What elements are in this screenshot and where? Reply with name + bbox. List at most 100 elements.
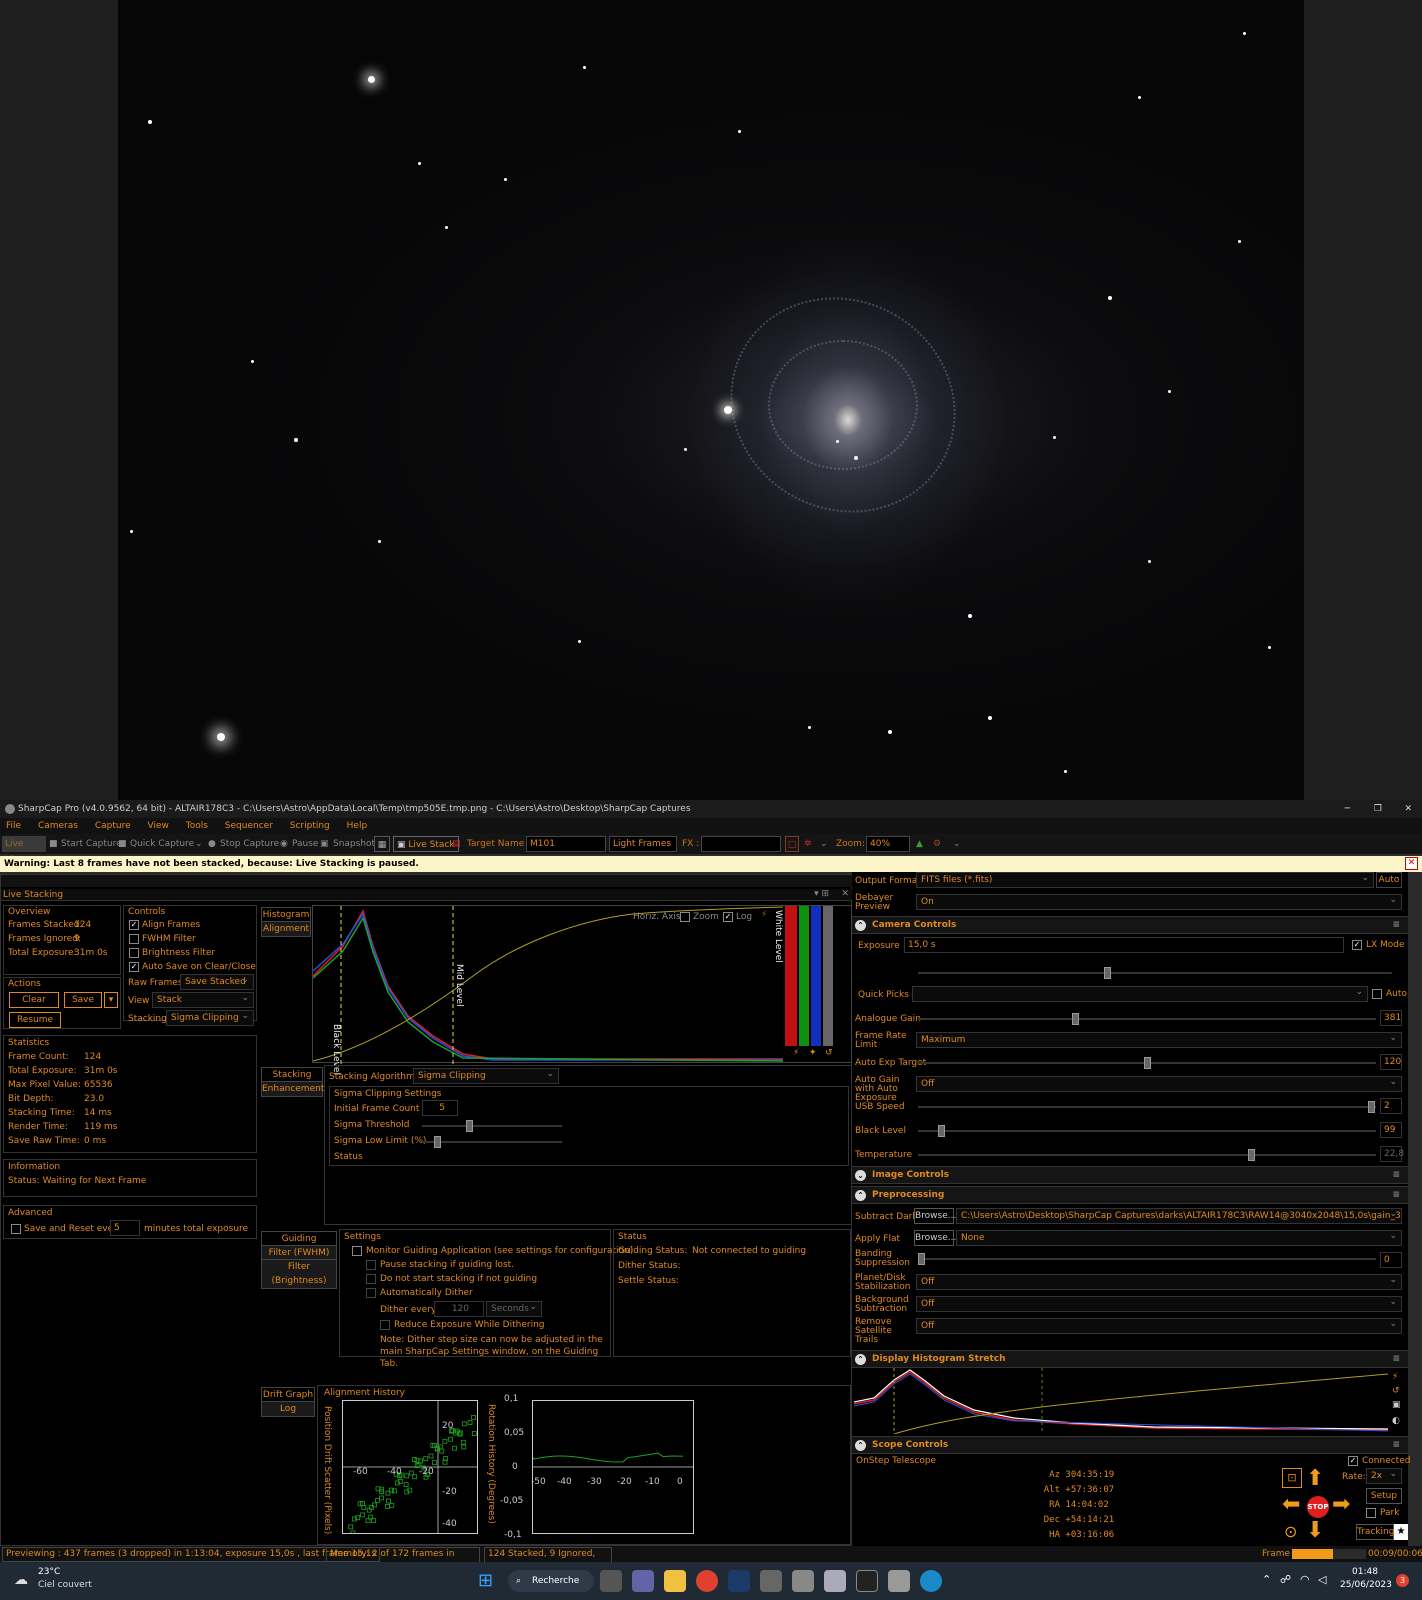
apply-flat-select[interactable]: None (956, 1229, 1402, 1246)
zoom-select[interactable]: 40% (866, 836, 910, 852)
subtract-dark-select[interactable]: C:\Users\Astro\Desktop\SharpCap Captures… (956, 1208, 1402, 1224)
image-controls-header[interactable]: ⌄ Image Controls ≡ (852, 1166, 1408, 1184)
auto-gain-select[interactable]: Off (916, 1075, 1402, 1092)
settings-icon[interactable]: ▦ (374, 836, 390, 852)
expand-icon[interactable]: ⌄ (855, 1170, 866, 1181)
slider-thumb[interactable] (938, 1125, 945, 1137)
drift-scatter-plot[interactable]: -60 -40 -20 20 -20 -40 (342, 1400, 478, 1536)
output-format-select[interactable]: FITS files (*.fits) (916, 871, 1374, 888)
menu-sequencer[interactable]: Sequencer (225, 821, 273, 831)
app-icon[interactable] (824, 1570, 846, 1592)
black-level-value[interactable]: 99 (1380, 1122, 1402, 1138)
bg-sub-select[interactable]: Off (916, 1295, 1402, 1312)
brightness-filter-checkbox[interactable] (129, 948, 139, 958)
save-reset-input[interactable]: 5 (110, 1220, 140, 1236)
setup-button[interactable]: Setup (1366, 1488, 1402, 1504)
reset-icon[interactable]: ↺ (825, 1048, 833, 1058)
connected-checkbox[interactable]: ✓ (1348, 1456, 1358, 1466)
sharpcap-icon[interactable] (760, 1570, 782, 1592)
clear-button[interactable]: Clear (9, 992, 59, 1008)
restore-button[interactable]: ❐ (1374, 800, 1382, 818)
close-button[interactable]: ✕ (1404, 800, 1412, 818)
pause-lost-checkbox[interactable] (366, 1260, 376, 1270)
planet-stab-select[interactable]: Off (916, 1273, 1402, 1290)
scope-controls-header[interactable]: ⌃ Scope Controls ≡ (852, 1436, 1408, 1454)
app-icon[interactable] (792, 1570, 814, 1592)
log-checkbox[interactable]: ✓ (723, 912, 733, 922)
banding-value[interactable]: 0 (1380, 1252, 1402, 1268)
stretch-icon[interactable]: ⚡ (1392, 1372, 1398, 1382)
tab-alignment[interactable]: Alignment (261, 921, 311, 937)
section-menu-icon[interactable]: ≡ (1392, 1167, 1400, 1184)
rotation-history-plot[interactable]: -50 -40 -30 -20 -10 0 (531, 1400, 694, 1534)
section-menu-icon[interactable]: ≡ (1392, 1437, 1400, 1454)
chrome-icon[interactable] (696, 1570, 718, 1592)
north-arrow-icon[interactable]: ⬆ (1306, 1468, 1324, 1490)
quick-auto-checkbox[interactable] (1372, 989, 1382, 999)
target-name-input[interactable]: M101 (526, 836, 606, 852)
close-warning-icon[interactable]: ✕ (1405, 857, 1418, 870)
auto-exp-value[interactable]: 120 (1380, 1054, 1402, 1070)
slider-thumb[interactable] (1104, 967, 1111, 979)
wifi-icon[interactable]: ◠ (1300, 1573, 1310, 1586)
collapse-icon[interactable]: ⌃ (855, 920, 866, 931)
task-view-icon[interactable] (600, 1570, 622, 1592)
analogue-gain-value[interactable]: 381 (1380, 1010, 1402, 1026)
exposure-input[interactable]: 15,0 s (904, 937, 1344, 953)
white-level-marker[interactable]: White Level (773, 910, 783, 963)
south-arrow-icon[interactable]: ⬇ (1306, 1520, 1324, 1542)
browse-flat-button[interactable]: Browse... (914, 1230, 956, 1246)
sigma-low-slider[interactable] (422, 1136, 562, 1148)
preprocessing-header[interactable]: ⌃ Preprocessing ≡ (852, 1186, 1408, 1204)
lx-mode-checkbox[interactable]: ✓ (1352, 940, 1362, 950)
satellite-select[interactable]: Off (916, 1317, 1402, 1334)
display-histogram-header[interactable]: ⌃ Display Histogram Stretch ≡ (852, 1350, 1408, 1368)
slider-thumb[interactable] (466, 1120, 473, 1132)
snapshot-button[interactable]: Snapshot (333, 836, 375, 852)
save-icon[interactable]: ▣ (1392, 1400, 1401, 1410)
menu-capture[interactable]: Capture (95, 821, 131, 831)
raw-frames-select[interactable]: Save Stacked (180, 973, 254, 990)
park-checkbox[interactable] (1366, 1508, 1376, 1518)
mid-level-marker[interactable]: Mid Level (454, 964, 464, 1007)
zoom-checkbox[interactable] (680, 912, 690, 922)
no-start-checkbox[interactable] (366, 1274, 376, 1284)
rate-select[interactable]: 2x (1366, 1467, 1402, 1484)
menu-tools[interactable]: Tools (186, 821, 208, 831)
section-menu-icon[interactable]: ≡ (1392, 1187, 1400, 1204)
tab-log[interactable]: Log (261, 1401, 315, 1417)
menu-cameras[interactable]: Cameras (38, 821, 78, 831)
quick-capture-button[interactable]: Quick Capture (130, 836, 194, 852)
histogram-icon[interactable]: ▲ (916, 836, 923, 852)
stretch-icon[interactable]: ⚡ (793, 1048, 799, 1058)
stellarium-icon[interactable] (728, 1570, 750, 1592)
save-reset-checkbox[interactable] (11, 1224, 21, 1234)
usb-speed-slider[interactable] (918, 1101, 1376, 1113)
image-preview-area[interactable] (0, 0, 1422, 800)
black-level-slider[interactable] (918, 1125, 1376, 1137)
reset-icon[interactable]: ↺ (1392, 1386, 1400, 1396)
sigma-threshold-slider[interactable] (422, 1120, 562, 1132)
volume-icon[interactable]: ◁ (1318, 1573, 1326, 1586)
section-menu-icon[interactable]: ≡ (1392, 917, 1400, 934)
star-icon[interactable]: ✦ (809, 1048, 817, 1058)
display-histogram[interactable] (853, 1368, 1389, 1435)
fwhm-filter-checkbox[interactable] (129, 934, 139, 944)
tab-enhancement[interactable]: Enhancement (261, 1081, 324, 1097)
weather-desc[interactable]: Ciel couvert (38, 1580, 92, 1590)
analogue-gain-slider[interactable] (918, 1013, 1376, 1025)
west-arrow-icon[interactable]: ⬅ (1282, 1494, 1300, 1516)
menu-scripting[interactable]: Scripting (290, 821, 330, 831)
panel-scrollbar[interactable] (1, 875, 853, 887)
start-capture-button[interactable]: Start Capture (61, 836, 122, 852)
slider-thumb[interactable] (1144, 1057, 1151, 1069)
menu-view[interactable]: View (148, 821, 169, 831)
live-view-button[interactable]: Live View (2, 836, 46, 865)
stack-histogram[interactable]: Black Level Mid Level White Level Horiz.… (312, 905, 852, 1075)
search-box[interactable]: ⌕ Recherche (508, 1570, 594, 1592)
terminal-icon[interactable] (856, 1570, 878, 1592)
slider-thumb[interactable] (918, 1253, 925, 1265)
tools-icon[interactable]: ⚙ (933, 836, 941, 852)
quick-picks-select[interactable] (912, 985, 1368, 1002)
exposure-slider[interactable] (918, 967, 1392, 979)
